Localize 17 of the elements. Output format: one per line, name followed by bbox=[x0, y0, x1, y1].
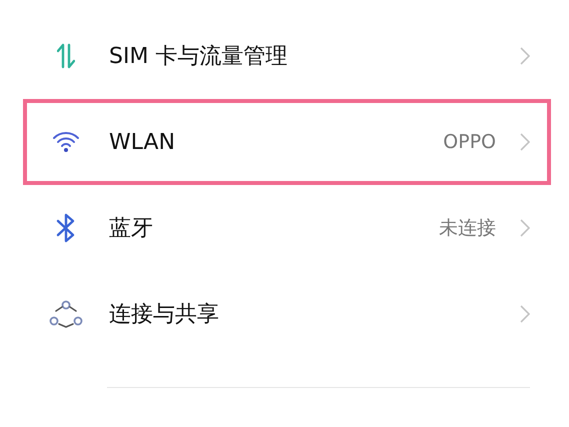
chevron-icon bbox=[520, 47, 530, 65]
item-value: OPPO bbox=[443, 131, 496, 153]
chevron-icon bbox=[520, 133, 530, 151]
settings-item[interactable]: SIM 卡与流量管理 bbox=[23, 13, 551, 99]
settings-item[interactable]: WLAN OPPO bbox=[23, 99, 551, 185]
item-label: SIM 卡与流量管理 bbox=[109, 43, 288, 71]
settings-item[interactable]: 连接与共享 bbox=[23, 271, 551, 357]
chevron-icon bbox=[520, 305, 530, 323]
chevron-icon bbox=[520, 219, 530, 237]
item-label: 连接与共享 bbox=[109, 301, 220, 329]
item-label: WLAN bbox=[109, 130, 176, 154]
item-label: 蓝牙 bbox=[109, 215, 154, 243]
settings-item[interactable]: 蓝牙 未连接 bbox=[23, 185, 551, 271]
bluetooth-icon bbox=[55, 213, 77, 243]
wifi-icon bbox=[52, 132, 80, 152]
item-value: 未连接 bbox=[439, 216, 496, 241]
share-icon bbox=[49, 300, 83, 328]
